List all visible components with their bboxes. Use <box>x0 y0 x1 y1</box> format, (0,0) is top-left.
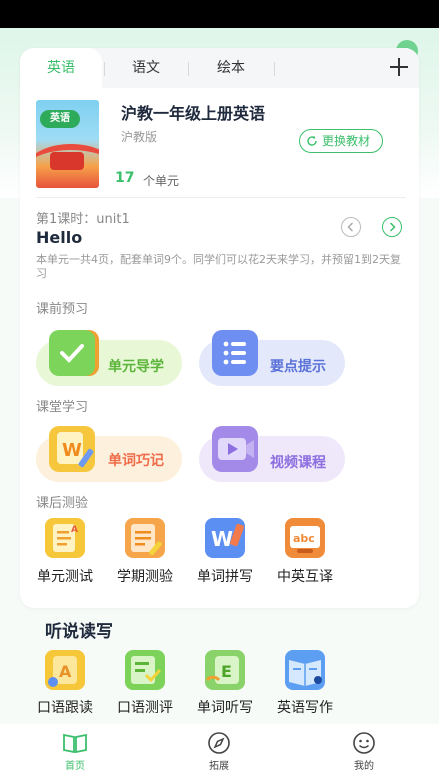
subject-tabs: 英语 语文 绘本 <box>20 48 419 88</box>
book-title: 沪教一年级上册英语 <box>121 104 266 123</box>
cover-title: 英语 <box>40 110 80 128</box>
tab-divider <box>188 62 189 76</box>
tab-divider <box>104 62 105 76</box>
tab-chinese[interactable]: 语文 <box>106 48 186 88</box>
video-course-label: 视频课程 <box>270 455 326 471</box>
cover-bus <box>50 152 84 170</box>
book-open-icon[interactable] <box>62 731 88 755</box>
svg-text:E: E <box>221 662 232 681</box>
nav-profile-label[interactable]: 我的 <box>354 757 374 772</box>
word-memory-label: 单词巧记 <box>108 453 164 469</box>
dictation-icon[interactable]: E <box>205 650 245 690</box>
next-lesson-button[interactable] <box>382 217 402 237</box>
add-icon[interactable] <box>387 55 411 79</box>
word-card-icon: W <box>49 426 95 472</box>
section-classroom-label: 课堂学习 <box>36 400 89 415</box>
term-quiz-label: 学期测验 <box>117 569 173 585</box>
writing-label: 英语写作 <box>277 700 333 716</box>
spelling-label: 单词拼写 <box>197 569 253 585</box>
oral-assessment-icon[interactable] <box>125 650 165 690</box>
section-preview-label: 课前预习 <box>36 302 89 317</box>
tab-english[interactable]: 英语 <box>20 48 102 88</box>
nav-explore-label[interactable]: 拓展 <box>209 757 229 772</box>
svg-text:A: A <box>59 662 72 681</box>
check-icon <box>49 330 95 376</box>
unit-guide-label: 单元导学 <box>108 359 164 375</box>
dictation-label: 单词听写 <box>197 700 253 716</box>
svg-text:W: W <box>211 527 233 551</box>
chevron-left-icon <box>347 222 354 232</box>
status-bar <box>0 0 439 28</box>
section-after-label: 课后测验 <box>36 496 89 511</box>
video-camera-icon <box>212 426 258 472</box>
svg-text:A: A <box>71 525 78 535</box>
divider <box>36 197 406 198</box>
tab-picture-book[interactable]: 绘本 <box>190 48 272 88</box>
oral-follow-label: 口语跟读 <box>37 700 93 716</box>
lstw-section-title: 听说读写 <box>45 622 113 642</box>
book-publisher: 沪教版 <box>121 130 158 144</box>
chevron-right-icon <box>389 222 396 232</box>
lesson-description: 本单元一共4页，配套单词9个。同学们可以花2天来学习，并预留1到2天复习 <box>36 253 401 280</box>
book-cover[interactable]: 英语 <box>36 100 99 188</box>
term-quiz-icon[interactable] <box>125 518 165 558</box>
svg-text:W: W <box>62 440 82 461</box>
tab-divider <box>274 62 275 76</box>
key-points-label: 要点提示 <box>270 359 326 375</box>
oral-follow-icon[interactable]: A <box>45 650 85 690</box>
svg-text:abc: abc <box>293 532 315 545</box>
spelling-icon[interactable]: W <box>205 518 245 558</box>
previous-lesson-button[interactable] <box>341 217 361 237</box>
unit-test-label: 单元测试 <box>37 569 93 585</box>
unit-count: 17 <box>115 170 135 186</box>
nav-home-label[interactable]: 首页 <box>65 757 85 772</box>
lesson-title: Hello <box>36 228 83 247</box>
translation-label: 中英互译 <box>277 569 333 585</box>
lesson-number: 第1课时：unit1 <box>36 212 130 227</box>
unit-label: 个单元 <box>143 174 180 188</box>
unit-test-icon[interactable]: A <box>45 518 85 558</box>
list-icon <box>212 330 258 376</box>
translation-icon[interactable]: abc <box>285 518 325 558</box>
writing-icon[interactable] <box>285 650 325 690</box>
oral-assessment-label: 口语测评 <box>117 700 173 716</box>
refresh-icon <box>307 135 317 146</box>
smiley-icon[interactable] <box>352 731 376 755</box>
compass-icon[interactable] <box>207 731 231 755</box>
